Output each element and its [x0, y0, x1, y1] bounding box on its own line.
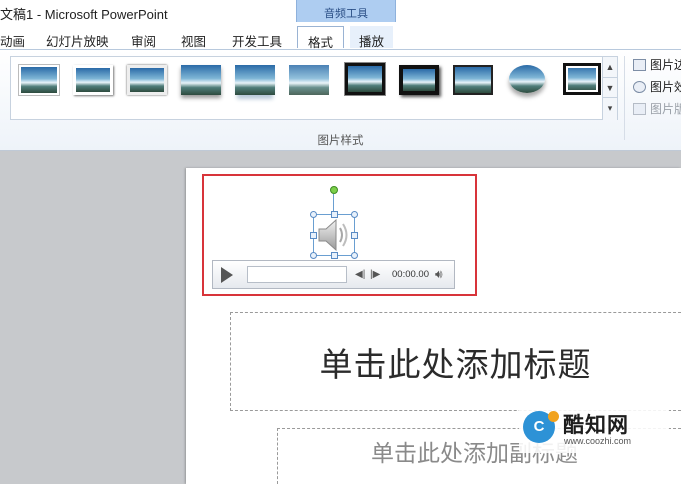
picture-styles-group-label: 图片样式 [317, 135, 364, 147]
picture-layout-button[interactable]: 图片版 [633, 100, 681, 117]
picture-style-thumb[interactable] [563, 63, 601, 95]
picture-style-thumb[interactable] [235, 65, 275, 95]
window-title: 文稿1 - Microsoft PowerPoint [0, 7, 168, 22]
picture-border-button[interactable]: 图片边 [633, 56, 681, 73]
title-placeholder-text: 单击此处添加标题 [319, 345, 592, 384]
effects-icon [633, 81, 646, 93]
picture-effects-label: 图片效 [650, 80, 681, 94]
tab-format[interactable]: 格式 [297, 26, 345, 50]
picture-layout-label: 图片版 [650, 102, 681, 116]
context-group-label: 音频工具 [324, 8, 368, 20]
watermark-logo: C [523, 411, 559, 443]
ribbon: ▲ ▼ ▾ 图片边 图片效 图片版 图片样式 [0, 50, 681, 151]
picture-style-thumb[interactable] [509, 65, 545, 93]
picture-style-thumb[interactable] [453, 65, 493, 95]
picture-style-thumb[interactable] [181, 65, 221, 95]
picture-style-thumb[interactable] [73, 65, 113, 95]
group-separator [624, 56, 625, 140]
pen-border-icon [633, 59, 646, 71]
tab-animations[interactable]: 动画 [0, 31, 25, 50]
gallery-scroll-down-icon[interactable]: ▼ [602, 77, 617, 98]
ribbon-tab-row: 动画 幻灯片放映 审阅 视图 开发工具 格式 播放 [0, 26, 681, 50]
tab-developer[interactable]: 开发工具 [232, 31, 282, 50]
picture-border-label: 图片边 [650, 58, 681, 72]
layout-icon [633, 103, 646, 115]
audio-tools-context-header: 音频工具 [296, 0, 396, 22]
picture-style-thumb[interactable] [344, 62, 386, 96]
picture-effects-button[interactable]: 图片效 [633, 78, 681, 95]
tab-playback[interactable]: 播放 [350, 26, 394, 49]
picture-style-thumb[interactable] [399, 65, 439, 95]
tab-review[interactable]: 审阅 [131, 31, 156, 50]
gallery-scroll-up-icon[interactable]: ▲ [602, 57, 617, 77]
picture-style-thumb[interactable] [127, 65, 167, 95]
picture-style-thumb[interactable] [289, 65, 329, 95]
highlight-outline [202, 174, 477, 296]
gallery-more-icon[interactable]: ▾ [602, 97, 617, 120]
picture-style-thumb[interactable] [19, 65, 59, 95]
watermark-name: 酷知网 [563, 414, 629, 437]
watermark: C 酷知网 www.coozhi.com [519, 405, 669, 453]
picture-styles-gallery: ▲ ▼ ▾ [10, 56, 618, 120]
tab-view[interactable]: 视图 [181, 31, 206, 50]
tab-slideshow[interactable]: 幻灯片放映 [46, 31, 109, 50]
watermark-url: www.coozhi.com [564, 436, 632, 446]
